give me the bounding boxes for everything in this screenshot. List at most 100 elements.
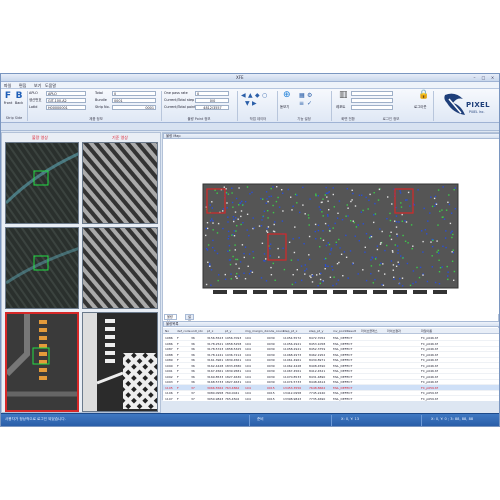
column-header[interactable]: inv_pointResult	[333, 329, 356, 333]
table-cell: 37	[191, 385, 195, 390]
lock-icon[interactable]: 🔒	[418, 91, 429, 100]
table-cell: 0015	[267, 391, 275, 395]
table-cell: 1089	[165, 358, 173, 362]
table-cell: 0039	[267, 336, 275, 340]
table-cell: F	[177, 391, 179, 395]
table-cell: 13412.0958	[283, 391, 302, 395]
table-cell: 104	[245, 358, 251, 362]
defect-image-3-selected[interactable]	[5, 312, 79, 412]
column-header[interactable]: img_margin_dc	[245, 329, 268, 333]
front-button[interactable]: F Front	[3, 91, 13, 111]
column-header[interactable]: code_count	[267, 329, 284, 333]
status-position: X: 0, Y: 13	[341, 417, 360, 421]
table-cell: 104	[245, 363, 251, 368]
column-header[interactable]: 라이브클래스	[361, 329, 378, 333]
window-title: XFE	[236, 75, 244, 80]
table-cell: 3178.2521	[207, 341, 224, 346]
column-header[interactable]: pt_x	[207, 329, 213, 333]
back-button[interactable]: B Back	[14, 91, 24, 111]
tool-settings-icon[interactable]: ⚙	[307, 92, 312, 99]
table-cell: F	[177, 336, 179, 340]
nav-circle-icon[interactable]: ○	[262, 92, 267, 99]
defect-map[interactable]	[163, 139, 499, 314]
report-label: 레포트	[336, 105, 346, 109]
table-cell: 104	[245, 374, 251, 379]
nav-down-icon[interactable]: ▼	[245, 100, 250, 107]
column-header[interactable]: No	[165, 329, 169, 333]
reference-image-3[interactable]	[82, 312, 158, 412]
field-model: APLO APLO	[29, 91, 87, 96]
table-cell: FAIL_DEFECT	[333, 341, 353, 346]
table-cell: 36	[191, 369, 195, 373]
status-state: 준비	[257, 417, 264, 421]
column-header[interactable]: pt_y	[225, 329, 231, 333]
bundle-input[interactable]: 0001	[112, 98, 156, 103]
magnifier-label: 돋보기	[280, 105, 290, 109]
defect-image-2[interactable]	[5, 227, 79, 309]
model-input[interactable]: APLO	[46, 91, 86, 96]
product-no-input[interactable]: GIT-100-A2	[46, 98, 86, 103]
table-cell: FC_p059.tif	[421, 391, 438, 395]
nav-right-icon[interactable]: ▶	[252, 100, 257, 107]
defect-image-header: 불량 영상	[32, 135, 48, 140]
current-points-input[interactable]: 4812/3557	[195, 105, 229, 110]
table-cell: FAIL_DEFECT	[333, 391, 353, 395]
defect-table: No def_code unit_idx pt_x pt_y img_margin_dc c…	[163, 328, 499, 401]
total-input[interactable]: 0	[112, 91, 156, 96]
column-header[interactable]: unit_idx	[191, 329, 203, 333]
table-cell: FC_p059.tif	[421, 385, 438, 390]
table-cell: FC_p046.tif	[421, 374, 438, 379]
column-header[interactable]: 파일이름	[421, 329, 432, 333]
table-cell: 763.4862	[225, 385, 240, 390]
table-cell: 1833.4580	[225, 363, 242, 368]
lot-id-input[interactable]: H00000001	[46, 105, 86, 110]
table-cell: 104	[245, 341, 251, 346]
defect-image-1[interactable]	[5, 142, 79, 224]
login-field-2	[351, 98, 393, 103]
nav-diamond-icon[interactable]: ◆	[255, 92, 260, 99]
one-pass-rate-input[interactable]: 0	[195, 91, 229, 96]
reference-image-1[interactable]	[82, 142, 158, 224]
table-row[interactable]: 1107 F 37 3050.9843 765.4502 104 0015 13398.984…	[163, 396, 499, 401]
table-cell: 13398.9843	[283, 396, 302, 401]
close-button[interactable]: ×	[489, 75, 496, 80]
table-cell: 36	[191, 347, 195, 351]
strip-no-input[interactable]: 0001	[112, 105, 156, 110]
current-step-input[interactable]: 0/0	[195, 98, 229, 103]
minimize-button[interactable]: –	[471, 75, 478, 80]
table-cell: 1827.4630	[225, 374, 242, 379]
table-cell: F	[177, 396, 179, 401]
group-label-product: 제품 정보	[89, 117, 103, 121]
magnifier-icon[interactable]: ⊕	[283, 91, 291, 100]
nav-left-icon[interactable]: ◀	[241, 92, 246, 99]
table-cell: FC_p046.tif	[421, 341, 438, 346]
table-cell: 0039	[267, 380, 275, 384]
column-header[interactable]: step_pt_y	[309, 329, 323, 333]
table-cell: 1106	[165, 391, 173, 395]
table-cell: 104	[245, 336, 251, 340]
tab-defect-map[interactable]: 불량 Map	[164, 314, 177, 324]
table-cell: 36	[191, 358, 195, 362]
column-header[interactable]: def_code	[177, 329, 191, 333]
tool-list-icon[interactable]: ≡	[299, 100, 304, 107]
tab-settings[interactable]: 설정	[185, 314, 194, 324]
table-cell: 7745.2240	[309, 391, 326, 395]
group-label-work-data: 작업 데이터	[249, 117, 267, 121]
nav-up-icon[interactable]: ▲	[248, 92, 253, 99]
table-cell: 3050.9843	[207, 396, 224, 401]
tool-check-icon[interactable]: ✓	[307, 100, 312, 107]
back-icon: B	[15, 91, 23, 101]
reference-image-2[interactable]	[82, 227, 158, 309]
tool-grid-icon[interactable]: ▦	[299, 92, 305, 99]
table-cell: 8431.4890	[309, 374, 326, 379]
report-icon[interactable]: ▥	[339, 91, 348, 100]
maximize-button[interactable]: □	[480, 75, 487, 80]
column-header[interactable]: 라이브결과	[387, 329, 401, 333]
table-cell: 1088	[165, 352, 173, 357]
table-cell: 8412.4521	[309, 369, 326, 373]
table-cell: 1087	[165, 347, 173, 351]
column-header[interactable]: step_pt_x	[283, 329, 297, 333]
group-label-function: 기능 설정	[297, 117, 311, 121]
table-cell: FAIL_DEFECT	[333, 352, 353, 357]
table-cell: 1827.4631	[225, 380, 242, 384]
